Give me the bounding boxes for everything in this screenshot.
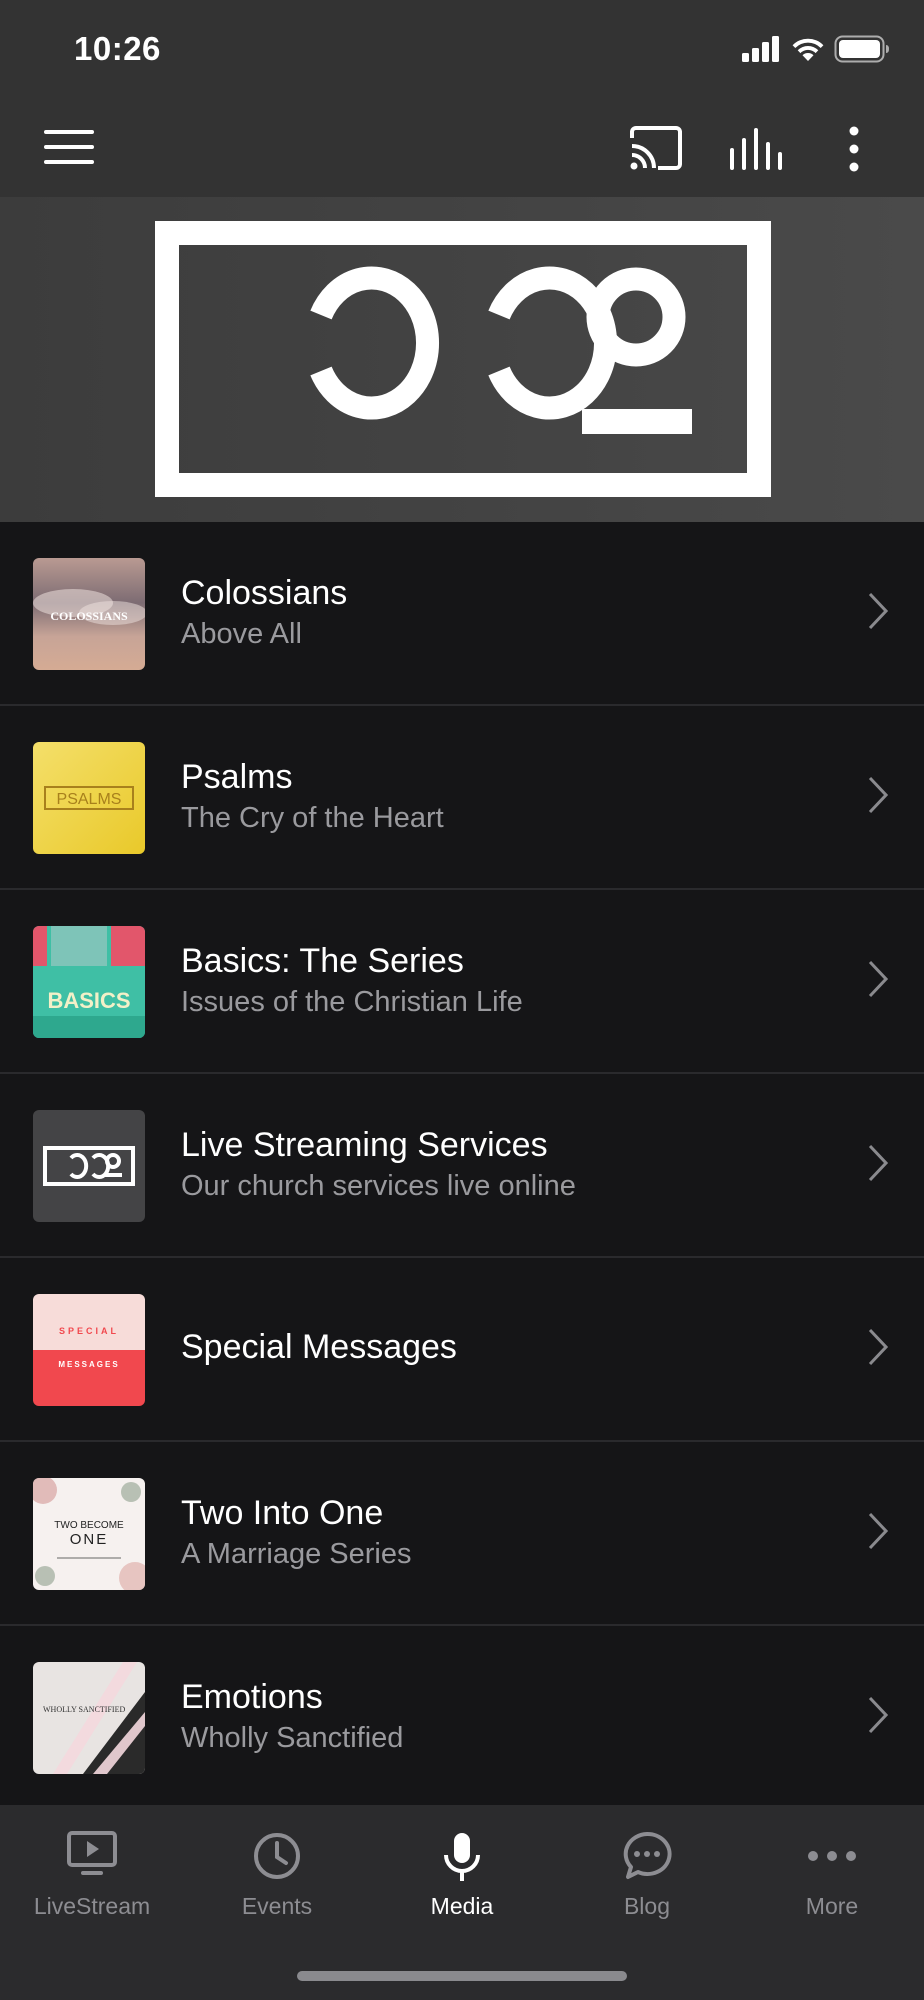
tab-label: More xyxy=(805,1893,859,1919)
list-item-title: Colossians xyxy=(181,574,348,612)
list-item-title: Live Streaming Services xyxy=(181,1126,548,1164)
basics-thumb-text: BASICS xyxy=(47,988,130,1013)
chevron-right-icon xyxy=(868,1328,888,1366)
tab-blog[interactable]: Blog xyxy=(555,1805,739,1935)
list-item-special-messages[interactable]: SPECIAL MESSAGES Special Messages xyxy=(0,1258,924,1442)
chevron-right-icon xyxy=(868,1144,888,1182)
special-messages-thumbnail: SPECIAL MESSAGES xyxy=(33,1294,145,1406)
horizontal-dots-icon xyxy=(808,1851,856,1861)
list-item-title: Psalms xyxy=(181,758,293,796)
top-app-bar xyxy=(0,100,924,197)
status-time: 10:26 xyxy=(74,30,161,67)
chevron-right-icon xyxy=(868,776,888,814)
list-item-two-into-one[interactable]: TWO BECOME ONE Two Into One A Marriage S… xyxy=(0,1442,924,1626)
list-item-basics[interactable]: BASICS Basics: The Series Issues of the … xyxy=(0,890,924,1074)
list-item-title: Emotions xyxy=(181,1678,323,1716)
two-thumb-text-top: TWO BECOME xyxy=(54,1520,124,1531)
tab-label: Blog xyxy=(623,1893,671,1919)
list-item-subtitle: Wholly Sanctified xyxy=(181,1722,404,1754)
chevron-right-icon xyxy=(868,1512,888,1550)
list-item-psalms[interactable]: PSALMS Psalms The Cry of the Heart xyxy=(0,706,924,890)
two-into-one-thumbnail: TWO BECOME ONE xyxy=(33,1478,145,1590)
wifi-icon xyxy=(792,38,824,61)
cco-logo xyxy=(155,221,771,497)
microphone-icon xyxy=(444,1833,480,1881)
list-item-colossians[interactable]: COLOSSIANS Colossians Above All xyxy=(0,522,924,706)
chat-bubble-icon xyxy=(623,1831,672,1879)
list-item-emotions[interactable]: WHOLLY SANCTIFIED Emotions Wholly Sancti… xyxy=(0,1626,924,1810)
basics-thumbnail: BASICS xyxy=(33,926,145,1038)
list-item-subtitle: The Cry of the Heart xyxy=(181,802,444,834)
chevron-right-icon xyxy=(868,592,888,630)
tab-label: LiveStream xyxy=(33,1893,151,1919)
list-item-subtitle: Issues of the Christian Life xyxy=(181,986,523,1018)
list-item-subtitle: A Marriage Series xyxy=(181,1538,412,1570)
list-item-title: Basics: The Series xyxy=(181,942,464,980)
chevron-right-icon xyxy=(868,1696,888,1734)
tab-label: Events xyxy=(241,1893,313,1919)
home-indicator xyxy=(297,1971,627,1981)
list-item-subtitle: Our church services live online xyxy=(181,1170,576,1202)
live-streaming-thumbnail xyxy=(33,1110,145,1222)
emotions-thumb-text: WHOLLY SANCTIFIED xyxy=(43,1705,125,1714)
special-thumb-text-top: SPECIAL xyxy=(59,1326,119,1336)
list-item-title: Special Messages xyxy=(181,1328,457,1366)
chevron-right-icon xyxy=(868,960,888,998)
audio-levels-icon[interactable] xyxy=(728,126,782,177)
cellular-signal-icon xyxy=(742,36,779,62)
battery-icon xyxy=(834,35,889,63)
clock-icon xyxy=(254,1833,300,1879)
colossians-thumbnail: COLOSSIANS xyxy=(33,558,145,670)
tv-play-icon xyxy=(67,1831,117,1875)
tab-livestream[interactable]: LiveStream xyxy=(0,1805,184,1935)
tab-media[interactable]: Media xyxy=(370,1805,554,1935)
hamburger-menu-icon[interactable] xyxy=(44,128,96,173)
special-thumb-text-bottom: MESSAGES xyxy=(58,1360,119,1369)
list-item-subtitle: Above All xyxy=(181,618,302,650)
colossians-thumb-text: COLOSSIANS xyxy=(50,609,128,623)
psalms-thumb-text: PSALMS xyxy=(57,791,122,808)
hero-banner xyxy=(0,197,924,522)
series-list: COLOSSIANS Colossians Above All PSALMS P… xyxy=(0,522,924,1810)
tab-more[interactable]: More xyxy=(740,1805,924,1935)
two-thumb-text-bottom: ONE xyxy=(70,1531,109,1548)
vertical-dots-icon[interactable] xyxy=(848,126,860,177)
list-item-title: Two Into One xyxy=(181,1494,384,1532)
emotions-thumbnail: WHOLLY SANCTIFIED xyxy=(33,1662,145,1774)
psalms-thumbnail: PSALMS xyxy=(33,742,145,854)
tab-events[interactable]: Events xyxy=(185,1805,369,1935)
list-item-live-streaming[interactable]: Live Streaming Services Our church servi… xyxy=(0,1074,924,1258)
cast-icon[interactable] xyxy=(630,126,682,175)
tab-label: Media xyxy=(430,1893,494,1919)
status-bar: 10:26 xyxy=(0,0,924,100)
